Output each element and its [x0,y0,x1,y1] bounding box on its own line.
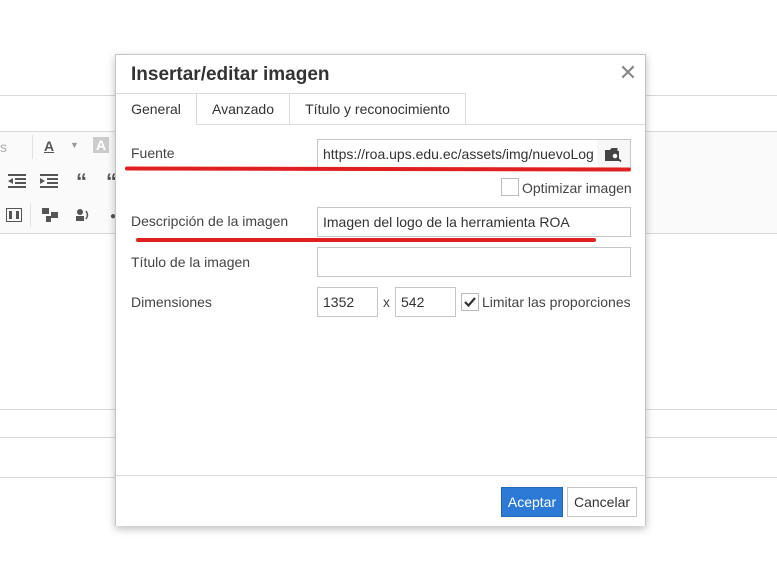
source-label: Fuente [131,145,175,161]
font-color-icon[interactable]: A [44,138,54,154]
height-input[interactable]: 542 [395,287,456,317]
chevron-down-icon[interactable]: ▼ [70,140,79,150]
ok-button[interactable]: Aceptar [501,487,563,517]
description-label: Descripción de la imagen [131,213,289,229]
dialog-title: Insertar/editar imagen [131,64,330,85]
toolbar-separator [32,135,33,159]
dialog-footer: Aceptar Cancelar [116,475,645,526]
source-input[interactable]: https://roa.ups.edu.ec/assets/img/nuevoL… [317,139,598,169]
checkmark-icon [464,297,476,308]
width-input[interactable]: 1352 [317,287,378,317]
accessibility-icon[interactable] [74,208,90,225]
folder-search-icon [605,148,622,162]
toolbar-separator [30,203,31,227]
close-icon[interactable]: ✕ [616,61,640,85]
red-annotation-line [124,166,632,172]
constrain-label[interactable]: Limitar las proporciones [482,294,631,310]
dialog-tabs: General Avanzado Título y reconocimiento [116,93,645,125]
tab-titulo-reconocimiento[interactable]: Título y reconocimiento [290,93,466,124]
tab-general[interactable]: General [116,93,197,125]
optimize-label[interactable]: Optimizar imagen [522,180,632,196]
format-dropdown-text[interactable]: s [0,139,7,155]
red-annotation-line [136,238,596,242]
tab-avanzado[interactable]: Avanzado [197,93,290,124]
image-title-input[interactable] [317,247,631,277]
optimize-checkbox[interactable] [501,178,519,196]
browse-button[interactable] [597,139,631,169]
blockquote-icon[interactable]: “ [76,169,87,195]
dimensions-separator: x [383,294,390,310]
indent-icon[interactable] [40,173,58,192]
cancel-button[interactable]: Cancelar [567,487,637,517]
image-title-label: Título de la imagen [131,254,251,270]
constrain-checkbox[interactable] [461,293,479,311]
dimensions-label: Dimensiones [131,294,212,310]
media-icon[interactable] [6,208,22,225]
insert-image-dialog: Insertar/editar imagen ✕ General Avanzad… [115,54,646,526]
description-input[interactable]: Imagen del logo de la herramienta ROA [317,207,631,237]
template-icon[interactable] [42,208,58,225]
outdent-icon[interactable] [8,173,26,192]
background-color-icon[interactable]: A [93,137,110,153]
